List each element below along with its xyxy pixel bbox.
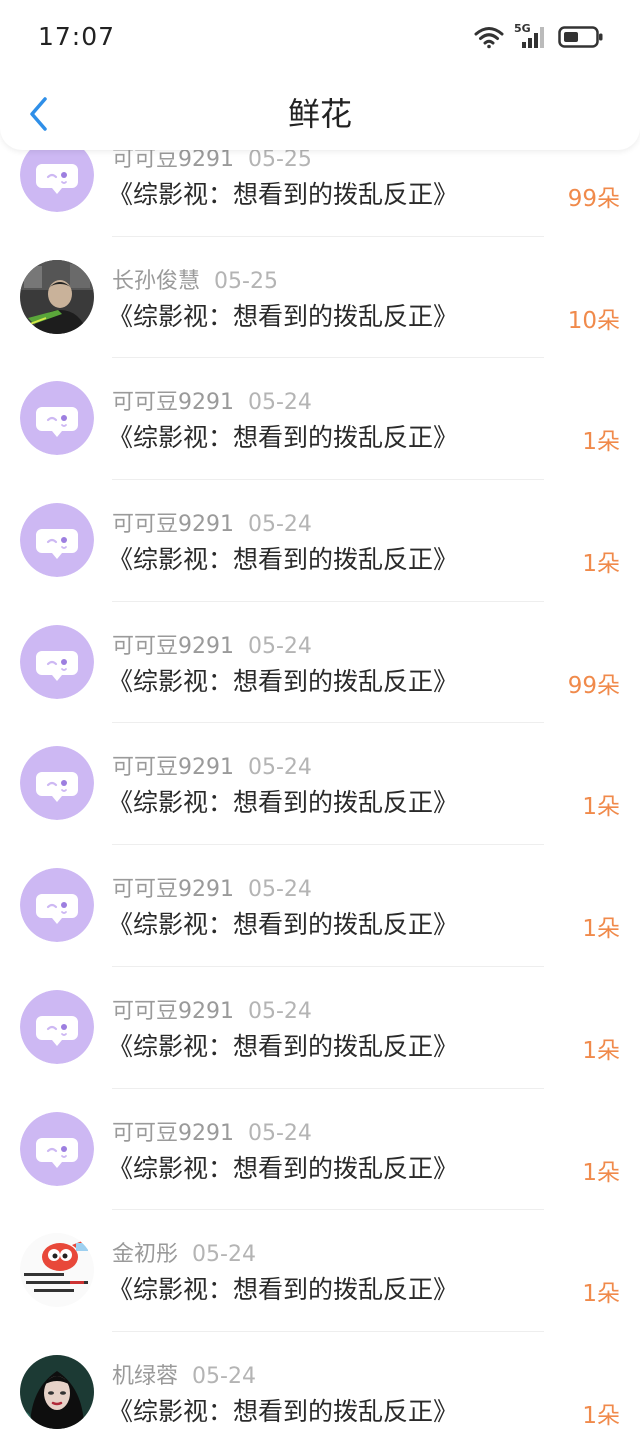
flower-gift-row[interactable]: 机绿蓉 05-24 《综影视：想看到的拨乱反正》 1朵 bbox=[0, 1332, 640, 1431]
book-title[interactable]: 《综影视：想看到的拨乱反正》 bbox=[108, 1270, 458, 1306]
flower-gift-row[interactable]: 金初彤 05-24 《综影视：想看到的拨乱反正》 1朵 bbox=[0, 1210, 640, 1332]
flower-gift-row[interactable]: 可可豆9291 05-24 《综影视：想看到的拨乱反正》 1朵 bbox=[0, 967, 640, 1089]
gift-sender-line: 可可豆9291 05-24 bbox=[112, 749, 312, 781]
default-avatar-icon[interactable] bbox=[20, 868, 94, 943]
sender-name[interactable]: 可可豆9291 bbox=[112, 1121, 234, 1146]
gift-sender-line: 机绿蓉 05-24 bbox=[112, 1358, 256, 1390]
book-title[interactable]: 《综影视：想看到的拨乱反正》 bbox=[108, 662, 458, 698]
page-title: 鲜花 bbox=[287, 95, 352, 133]
gift-date: 05-24 bbox=[248, 1120, 312, 1146]
gift-sender-line: 可可豆9291 05-24 bbox=[112, 628, 312, 660]
gift-date: 05-25 bbox=[248, 147, 312, 172]
gift-date: 05-24 bbox=[248, 755, 312, 781]
book-title[interactable]: 《综影视：想看到的拨乱反正》 bbox=[108, 1392, 458, 1428]
flower-count: 1朵 bbox=[582, 1281, 620, 1308]
chevron-left-icon bbox=[30, 97, 47, 131]
default-avatar-icon[interactable] bbox=[20, 381, 94, 456]
sender-name[interactable]: 可可豆9291 bbox=[112, 755, 234, 780]
default-avatar-icon[interactable] bbox=[20, 989, 94, 1064]
flower-gift-row[interactable]: 可可豆9291 05-24 《综影视：想看到的拨乱反正》 1朵 bbox=[0, 845, 640, 967]
flower-gift-row[interactable]: 可可豆9291 05-24 《综影视：想看到的拨乱反正》 1朵 bbox=[0, 723, 640, 846]
flower-count: 1朵 bbox=[582, 1037, 620, 1064]
default-avatar-icon[interactable] bbox=[20, 1111, 94, 1186]
book-title[interactable]: 《综影视：想看到的拨乱反正》 bbox=[108, 297, 458, 333]
gift-sender-line: 可可豆9291 05-24 bbox=[112, 993, 312, 1025]
gift-sender-line: 可可豆9291 05-24 bbox=[112, 384, 312, 416]
gift-sender-line: 长孙俊慧 05-25 bbox=[112, 263, 278, 295]
flower-count: 1朵 bbox=[582, 551, 620, 578]
book-title[interactable]: 《综影视：想看到的拨乱反正》 bbox=[108, 783, 458, 819]
book-title[interactable]: 《综影视：想看到的拨乱反正》 bbox=[108, 540, 458, 576]
flower-gift-row[interactable]: 可可豆9291 05-24 《综影视：想看到的拨乱反正》 1朵 bbox=[0, 358, 640, 481]
flower-count: 1朵 bbox=[582, 1159, 620, 1186]
sender-name[interactable]: 金初彤 bbox=[112, 1242, 178, 1267]
default-avatar-icon[interactable] bbox=[20, 624, 94, 699]
sender-name[interactable]: 可可豆9291 bbox=[112, 147, 234, 172]
gift-date: 05-24 bbox=[192, 1242, 256, 1268]
gift-sender-line: 可可豆9291 05-24 bbox=[112, 871, 312, 903]
book-title[interactable]: 《综影视：想看到的拨乱反正》 bbox=[108, 175, 458, 211]
book-title[interactable]: 《综影视：想看到的拨乱反正》 bbox=[108, 418, 458, 454]
flower-gift-row[interactable]: 长孙俊慧 05-25 《综影视：想看到的拨乱反正》 10朵 bbox=[0, 237, 640, 359]
battery-icon bbox=[558, 26, 603, 48]
gift-date: 05-24 bbox=[248, 998, 312, 1024]
sender-name[interactable]: 可可豆9291 bbox=[112, 999, 234, 1024]
user-avatar[interactable] bbox=[20, 259, 94, 334]
gift-date: 05-25 bbox=[214, 268, 278, 294]
gift-date: 05-24 bbox=[248, 390, 312, 416]
sender-name[interactable]: 可可豆9291 bbox=[112, 877, 234, 902]
flower-count: 1朵 bbox=[582, 429, 620, 456]
flower-gift-row[interactable]: 可可豆9291 05-24 《综影视：想看到的拨乱反正》 1朵 bbox=[0, 1089, 640, 1211]
default-avatar-icon[interactable] bbox=[20, 746, 94, 821]
sender-name[interactable]: 机绿蓉 bbox=[112, 1364, 178, 1389]
user-avatar[interactable] bbox=[20, 1354, 94, 1429]
flower-count: 1朵 bbox=[582, 916, 620, 943]
gift-date: 05-24 bbox=[248, 877, 312, 903]
flower-count: 1朵 bbox=[582, 1402, 620, 1429]
sender-name[interactable]: 可可豆9291 bbox=[112, 634, 234, 659]
book-title[interactable]: 《综影视：想看到的拨乱反正》 bbox=[108, 1027, 458, 1063]
gift-date: 05-24 bbox=[192, 1363, 256, 1389]
flower-count: 1朵 bbox=[582, 794, 620, 821]
flower-gift-list: 可可豆9291 05-25 《综影视：想看到的拨乱反正》 99朵 长孙俊慧 05-25 《… bbox=[0, 115, 640, 1431]
status-icons: 5G bbox=[474, 22, 604, 52]
header: 17:07 5G 鲜花 bbox=[0, 0, 640, 150]
book-title[interactable]: 《综影视：想看到的拨乱反正》 bbox=[108, 905, 458, 941]
status-time: 17:07 bbox=[38, 22, 116, 51]
gift-date: 05-24 bbox=[248, 512, 312, 538]
sender-name[interactable]: 可可豆9291 bbox=[112, 390, 234, 415]
sender-name[interactable]: 长孙俊慧 bbox=[112, 269, 200, 294]
flower-count: 99朵 bbox=[567, 186, 620, 212]
flower-count: 99朵 bbox=[567, 672, 620, 699]
user-avatar[interactable] bbox=[20, 1233, 94, 1308]
flower-gift-row[interactable]: 可可豆9291 05-24 《综影视：想看到的拨乱反正》 1朵 bbox=[0, 480, 640, 602]
gift-sender-line: 可可豆9291 05-24 bbox=[112, 506, 312, 538]
flower-gift-page: 17:07 5G 鲜花 可可豆9291 05-25 《综影视：想看到的拨乱反正》… bbox=[0, 0, 640, 1431]
gift-sender-line: 金初彤 05-24 bbox=[112, 1236, 256, 1268]
book-title[interactable]: 《综影视：想看到的拨乱反正》 bbox=[108, 1149, 458, 1185]
wifi-icon bbox=[474, 27, 504, 49]
default-avatar-icon[interactable] bbox=[20, 503, 94, 578]
gift-sender-line: 可可豆9291 05-24 bbox=[112, 1115, 312, 1147]
back-button[interactable] bbox=[18, 92, 58, 136]
flower-gift-row[interactable]: 可可豆9291 05-24 《综影视：想看到的拨乱反正》 99朵 bbox=[0, 602, 640, 724]
sender-name[interactable]: 可可豆9291 bbox=[112, 512, 234, 537]
flower-count: 10朵 bbox=[567, 307, 620, 334]
signal-icon: 5G bbox=[514, 22, 548, 50]
gift-date: 05-24 bbox=[248, 633, 312, 659]
